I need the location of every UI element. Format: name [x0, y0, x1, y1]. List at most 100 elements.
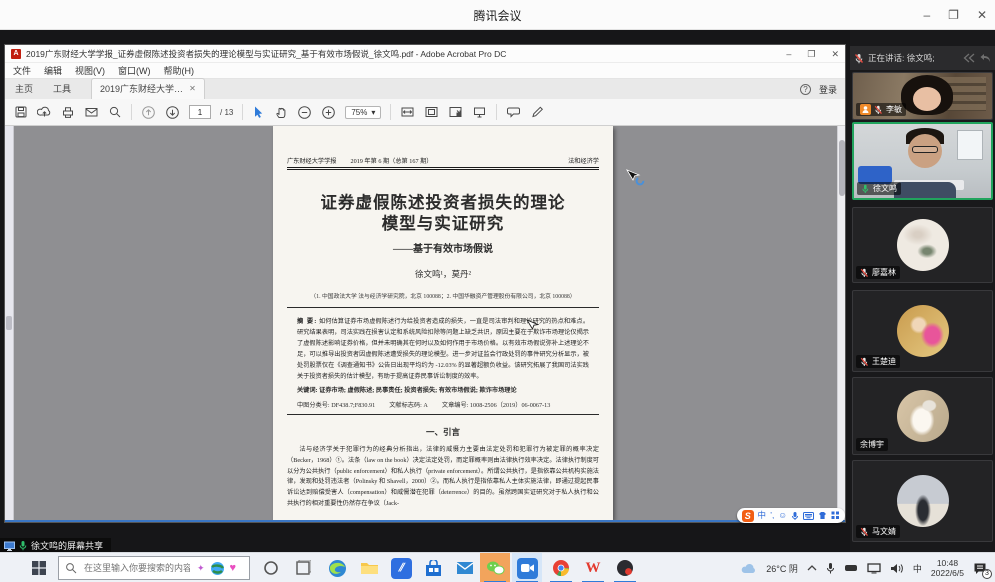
mic-on-icon: [861, 184, 870, 194]
next-page-icon[interactable]: [165, 105, 180, 120]
close-tab-icon[interactable]: ✕: [189, 84, 196, 93]
minimize-icon[interactable]: –: [786, 49, 791, 59]
participant-tile[interactable]: 廖嘉林: [852, 207, 993, 283]
mic-on-icon: [19, 540, 27, 551]
globe-doodle-icon: [210, 561, 225, 576]
hidden-icons-chevron[interactable]: [807, 564, 817, 572]
participant-tile[interactable]: 余博宇: [852, 377, 993, 455]
task-view-button[interactable]: [288, 553, 318, 582]
signin-button[interactable]: 登录: [819, 83, 837, 96]
menu-file[interactable]: 文件: [13, 64, 31, 77]
tab-document[interactable]: 2019广东财经大学… ✕: [91, 78, 205, 99]
mail-icon[interactable]: [450, 553, 480, 582]
page-number-input[interactable]: 1: [189, 105, 211, 119]
tab-home[interactable]: 主页: [5, 79, 43, 99]
microphone-tray-icon[interactable]: [826, 562, 835, 574]
menu-view[interactable]: 视图(V): [75, 64, 105, 77]
document-viewport[interactable]: 广东财经大学学报 2019 年第 6 期（总第 167 期） 法和经济学 证券虚…: [5, 126, 845, 520]
participant-name: 马文婧: [872, 526, 896, 537]
desktop: 腾讯会议 – ❐ ✕ A 2019广东财经大学学报_证券虚假陈述投资者损失的理论…: [0, 0, 995, 582]
zoom-in-icon[interactable]: [321, 105, 336, 120]
display-icon[interactable]: [867, 563, 881, 574]
chevron-down-icon: ▾: [371, 108, 375, 117]
save-icon[interactable]: [14, 105, 28, 119]
minimize-icon[interactable]: –: [923, 8, 930, 22]
paper-affiliation: （1. 中国政法大学 法与经济学研究院，北京 100088；2. 中国华融资产管…: [287, 291, 599, 300]
clock-time: 10:48: [931, 558, 964, 568]
ime-indicator[interactable]: 中: [913, 562, 922, 575]
participant-tile[interactable]: 李敏: [852, 72, 993, 120]
sogou-logo-icon[interactable]: S: [742, 510, 754, 522]
menu-window[interactable]: 窗口(W): [118, 64, 151, 77]
wechat-icon[interactable]: [480, 553, 510, 582]
paper-keywords: 关键词: 证券市场; 虚假陈述; 民事责任; 投资者损失; 有效市场假说; 欺诈…: [297, 385, 589, 394]
taskbar-search[interactable]: ✦ ♥: [58, 556, 250, 580]
pane-grip[interactable]: [6, 316, 12, 330]
mic-muted-icon: [874, 105, 883, 115]
chrome-icon[interactable]: [546, 553, 576, 582]
menu-help[interactable]: 帮助(H): [164, 64, 195, 77]
comment-icon[interactable]: [506, 105, 521, 119]
keyboard-icon[interactable]: [803, 512, 814, 520]
print-icon[interactable]: [61, 105, 75, 119]
navigation-pane-collapsed[interactable]: [5, 126, 14, 520]
dark-app-icon[interactable]: [610, 553, 640, 582]
close-icon[interactable]: ✕: [831, 49, 839, 60]
fit-width-icon[interactable]: [400, 105, 415, 119]
scrollbar-thumb[interactable]: [839, 140, 845, 196]
intro-paragraph: 法与经济学关于犯罪行为的经典分析指出，法律的威慑力主要由法定处罚和犯罪行为被定罪…: [287, 445, 599, 510]
menu-edit[interactable]: 编辑: [44, 64, 62, 77]
emoji-icon[interactable]: ☺: [778, 511, 787, 520]
vertical-scrollbar[interactable]: [837, 126, 845, 520]
hand-tool-icon[interactable]: [274, 105, 288, 119]
participant-tile-active-speaker[interactable]: 徐文鸣: [852, 122, 993, 200]
file-explorer-icon[interactable]: [354, 553, 384, 582]
search-input[interactable]: [82, 562, 192, 574]
participant-tile[interactable]: 王楚迪: [852, 290, 993, 372]
start-button[interactable]: [24, 553, 54, 582]
maximize-icon[interactable]: ❐: [948, 8, 959, 22]
share-cloud-icon[interactable]: [37, 105, 52, 119]
previous-page-icon[interactable]: [141, 105, 156, 120]
reply-arrow-icon[interactable]: [979, 53, 991, 63]
clock[interactable]: 10:48 2022/6/5: [931, 558, 964, 578]
email-icon[interactable]: [84, 105, 99, 119]
fullscreen-icon[interactable]: [448, 105, 463, 119]
weather-cloud-icon[interactable]: [741, 563, 757, 574]
sogou-ime-toolbar[interactable]: S 中 ’, ☺: [737, 508, 845, 523]
volume-icon[interactable]: [890, 563, 904, 574]
tab-document-label: 2019广东财经大学…: [100, 82, 183, 95]
mouse-cursor-arrow: [525, 319, 539, 340]
ime-language-toggle[interactable]: 中: [758, 511, 767, 520]
edge-icon[interactable]: [322, 553, 352, 582]
cast-device-icon[interactable]: [844, 563, 858, 573]
toolbox-grid-icon[interactable]: [831, 511, 840, 520]
participant-name: 徐文鸣: [873, 183, 897, 194]
cortana-button[interactable]: [256, 553, 286, 582]
zoom-level-dropdown[interactable]: 75%▾: [345, 106, 381, 119]
search-icon[interactable]: [108, 105, 122, 119]
participant-name: 王楚迪: [872, 356, 896, 367]
participant-tile[interactable]: 马文婧: [852, 460, 993, 542]
skin-icon[interactable]: [818, 511, 827, 520]
zoom-out-icon[interactable]: [297, 105, 312, 120]
action-center-button[interactable]: 3: [973, 562, 987, 575]
close-icon[interactable]: ✕: [977, 8, 987, 22]
weather-text[interactable]: 26°C 阴: [766, 562, 798, 575]
microsoft-store-icon[interactable]: [418, 553, 448, 582]
wps-icon[interactable]: W: [578, 553, 608, 582]
tencent-meeting-icon[interactable]: [512, 553, 542, 582]
collapse-panel-icon[interactable]: [963, 53, 975, 63]
fit-page-icon[interactable]: [424, 105, 439, 119]
help-icon[interactable]: ?: [800, 84, 811, 95]
maximize-icon[interactable]: ❐: [807, 49, 815, 60]
ime-punctuation-toggle[interactable]: ’,: [770, 511, 774, 520]
select-cursor-icon[interactable]: [252, 105, 265, 119]
acrobat-window: A 2019广东财经大学学报_证券虚假陈述投资者损失的理论模型与实证研究_基于有…: [5, 45, 845, 522]
paper-title-line2: 模型与实证研究: [287, 213, 599, 234]
voice-input-icon[interactable]: [791, 511, 799, 521]
presentation-icon[interactable]: [472, 105, 487, 119]
highlight-pen-icon[interactable]: [530, 105, 545, 119]
tab-tools[interactable]: 工具: [43, 79, 81, 99]
blue-slashes-app-icon[interactable]: ⫽: [386, 553, 416, 582]
